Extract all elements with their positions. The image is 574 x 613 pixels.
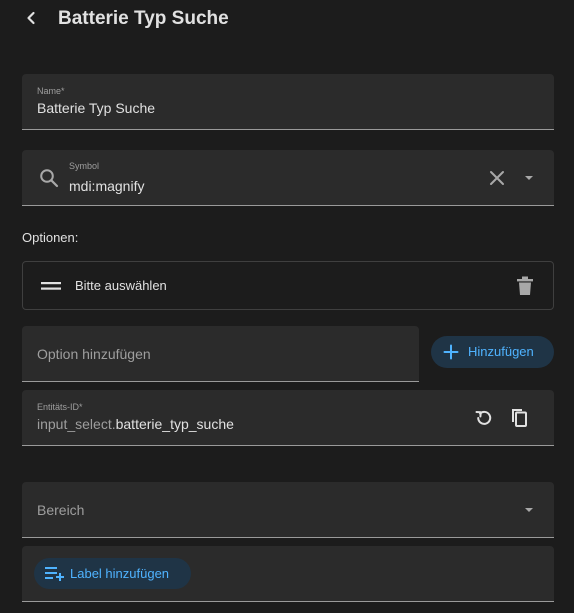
area-select[interactable]: Bereich [22, 482, 554, 538]
name-field-label: Name* [37, 86, 65, 96]
add-option-placeholder: Option hinzufügen [37, 346, 151, 362]
playlist-plus-icon [45, 565, 65, 583]
menu-down-icon[interactable] [519, 168, 539, 188]
symbol-field-value[interactable]: mdi:magnify [69, 178, 144, 194]
chevron-left-icon [24, 11, 38, 30]
add-option-input[interactable]: Option hinzufügen [22, 326, 419, 382]
back-button[interactable] [18, 6, 44, 34]
entity-id-field[interactable]: Entitäts-ID* input_select.batterie_typ_s… [22, 390, 554, 446]
symbol-field-label: Symbol [69, 161, 100, 171]
area-select-placeholder: Bereich [37, 502, 85, 518]
option-item-label: Bitte auswählen [75, 278, 167, 293]
close-icon[interactable] [486, 167, 508, 189]
magnify-icon [38, 167, 60, 189]
menu-down-icon[interactable] [519, 500, 539, 520]
page-title: Batterie Typ Suche [58, 8, 229, 29]
add-label-button[interactable]: Label hinzufügen [34, 558, 191, 589]
add-label-button-label: Label hinzufügen [70, 566, 170, 581]
restore-icon[interactable] [473, 407, 495, 429]
symbol-field[interactable]: Symbol mdi:magnify [22, 150, 554, 206]
drag-handle-icon[interactable] [40, 275, 62, 297]
entity-id-value[interactable]: batterie_typ_suche [116, 416, 234, 432]
entity-id-field-value-row[interactable]: input_select.batterie_typ_suche [37, 416, 234, 432]
header: Batterie Typ Suche [0, 0, 574, 42]
name-field[interactable]: Name* Batterie Typ Suche [22, 74, 554, 130]
options-heading: Optionen: [22, 230, 79, 245]
plus-icon [443, 344, 459, 360]
copy-icon[interactable] [509, 407, 531, 429]
trash-icon[interactable] [514, 275, 536, 297]
add-option-button-label: Hinzufügen [468, 344, 534, 359]
entity-id-prefix: input_select. [37, 416, 116, 432]
name-field-value[interactable]: Batterie Typ Suche [37, 100, 155, 116]
page: Batterie Typ Suche Name* Batterie Typ Su… [0, 0, 574, 613]
add-option-button[interactable]: Hinzufügen [431, 336, 554, 368]
option-item[interactable]: Bitte auswählen [22, 261, 554, 310]
entity-id-field-label: Entitäts-ID* [37, 402, 83, 412]
labels-field: Label hinzufügen [22, 546, 554, 602]
